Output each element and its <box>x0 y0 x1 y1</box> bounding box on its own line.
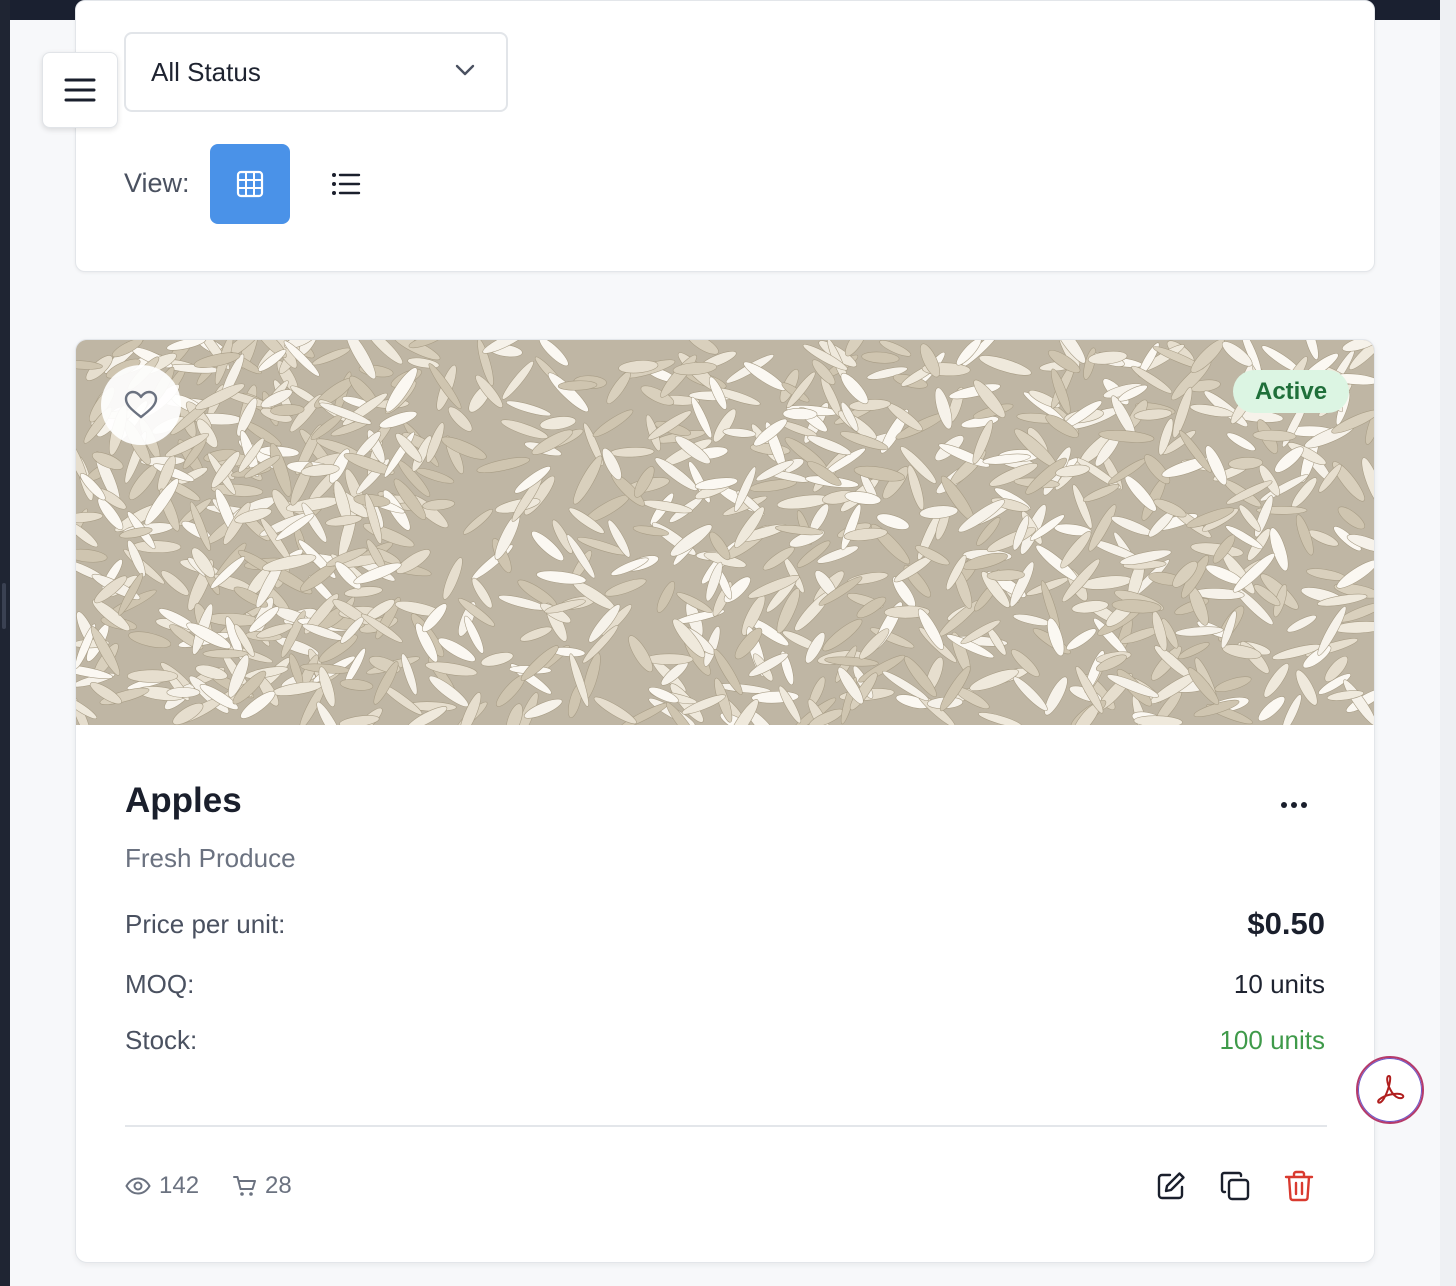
status-filter-select[interactable]: All Status <box>124 32 508 112</box>
product-category: Fresh Produce <box>125 843 296 873</box>
moq-label: MOQ: <box>125 969 195 999</box>
pdf-icon <box>1377 1075 1405 1104</box>
left-window-edge <box>0 0 10 1286</box>
carts-count: 28 <box>265 1172 292 1199</box>
list-view-button[interactable] <box>306 144 386 224</box>
divider <box>125 1125 1327 1127</box>
trash-icon <box>1284 1170 1314 1202</box>
menu-icon <box>64 78 96 102</box>
delete-button[interactable] <box>1279 1166 1319 1206</box>
status-badge: Active <box>1233 370 1350 413</box>
chevron-down-icon <box>455 64 475 76</box>
status-filter-value: All Status <box>151 56 261 87</box>
moq-value: 10 units <box>1233 969 1325 999</box>
heart-icon <box>124 390 158 419</box>
resize-handle[interactable] <box>2 583 6 629</box>
scrollbar-track[interactable] <box>1440 0 1456 1286</box>
cart-icon <box>233 1176 257 1196</box>
edit-icon <box>1157 1172 1185 1200</box>
grid-icon <box>236 170 264 198</box>
pdf-export-button[interactable] <box>1356 1056 1424 1124</box>
grid-view-button[interactable] <box>210 144 290 224</box>
more-icon <box>1281 802 1307 808</box>
product-actions <box>1151 1166 1319 1206</box>
duplicate-button[interactable] <box>1215 1166 1255 1206</box>
carts-stat: 28 <box>233 1172 292 1200</box>
stock-value: 100 units <box>1219 1025 1325 1055</box>
eye-icon <box>125 1177 151 1195</box>
views-count: 142 <box>159 1172 200 1199</box>
sidebar-toggle-button[interactable] <box>42 52 118 128</box>
product-image <box>76 340 1374 746</box>
stock-label: Stock: <box>125 1025 198 1055</box>
views-stat: 142 <box>125 1172 199 1200</box>
favorite-button[interactable] <box>101 365 181 445</box>
product-title: Apples <box>125 781 242 820</box>
main-content: All Status View: Active Apples Fresh Pro… <box>10 0 1440 1286</box>
list-icon <box>332 173 361 195</box>
rice-grain-texture <box>76 340 1374 746</box>
edit-button[interactable] <box>1151 1166 1191 1206</box>
duplicate-icon <box>1220 1171 1250 1201</box>
price-label: Price per unit: <box>125 909 286 939</box>
price-value: $0.50 <box>1247 906 1325 941</box>
product-stats: 142 28 <box>125 1172 326 1200</box>
product-card[interactable]: Active Apples Fresh Produce Price per un… <box>75 339 1375 1263</box>
more-options-button[interactable] <box>1272 788 1316 822</box>
view-label: View: <box>124 168 190 198</box>
